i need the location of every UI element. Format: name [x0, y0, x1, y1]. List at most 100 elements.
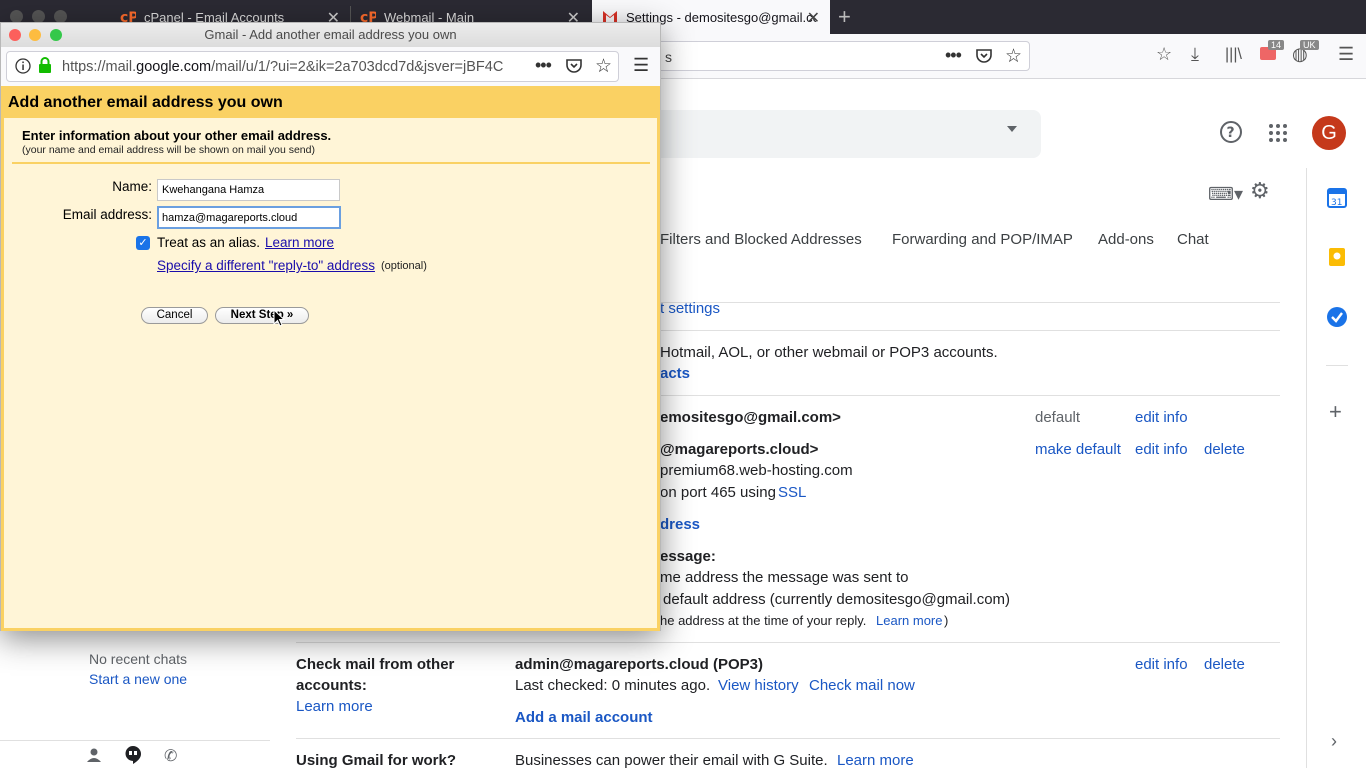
search-options-icon[interactable]: [1007, 126, 1017, 132]
chevron-right-icon[interactable]: ›: [1331, 731, 1337, 752]
edit-info-link[interactable]: edit info: [1135, 656, 1188, 673]
page-actions-icon[interactable]: •••: [945, 45, 962, 66]
download-icon[interactable]: ⤓: [1191, 44, 1199, 65]
avatar[interactable]: G: [1312, 116, 1346, 150]
apps-grid-icon[interactable]: [1268, 123, 1288, 148]
gear-icon[interactable]: ⚙: [1250, 178, 1270, 204]
reply-heading: essage:: [660, 548, 716, 565]
popup-url-text: https://mail.google.com/mail/u/1/?ui=2&i…: [62, 59, 504, 75]
import-settings-link[interactable]: t settings: [660, 300, 720, 317]
zoom-window-button[interactable]: [50, 29, 62, 41]
bookmarks-toolbar-icon[interactable]: ☆: [1156, 44, 1172, 65]
reply-option-1[interactable]: me address the message was sent to: [660, 569, 908, 586]
vpn-badge: UK: [1300, 40, 1319, 50]
page-actions-icon[interactable]: •••: [535, 55, 552, 76]
import-contacts-link[interactable]: acts: [660, 365, 690, 382]
tasks-icon[interactable]: [1326, 306, 1348, 333]
keyboard-icon[interactable]: ⌨▾: [1208, 184, 1243, 205]
reply-note: he address at the time of your reply.: [660, 613, 867, 628]
email-field[interactable]: hamza@magareports.cloud: [157, 206, 341, 229]
popup-nav-bar: https://mail.google.com/mail/u/1/?ui=2&i…: [1, 47, 660, 87]
learn-more-link[interactable]: Learn more: [296, 698, 373, 715]
pocket-icon[interactable]: [975, 47, 993, 65]
lock-icon: [38, 57, 52, 79]
search-bar[interactable]: [620, 110, 1041, 158]
popup-url-bar[interactable]: https://mail.google.com/mail/u/1/?ui=2&i…: [6, 51, 619, 82]
popup-subheading: Enter information about your other email…: [22, 128, 332, 143]
view-history-link[interactable]: View history: [718, 677, 799, 694]
name-label: Name:: [112, 179, 152, 194]
alias-checkbox[interactable]: ✓: [136, 236, 150, 250]
bookmark-star-icon[interactable]: ☆: [595, 55, 612, 78]
send-as-address-2: @magareports.cloud>: [660, 441, 819, 458]
add-mail-account-link[interactable]: Add a mail account: [515, 709, 653, 726]
minimize-window-button[interactable]: [29, 29, 41, 41]
popup-heading: Add another email address you own: [4, 86, 657, 118]
help-icon[interactable]: ?: [1219, 120, 1243, 149]
hangouts-icon[interactable]: [124, 745, 142, 770]
url-bar[interactable]: s ••• ☆: [620, 41, 1030, 71]
send-as-address-1: emositesgo@gmail.com>: [660, 409, 841, 426]
alias-label: Treat as an alias.: [157, 235, 261, 250]
popup-subnote: (your name and email address will be sho…: [22, 144, 315, 156]
name-field[interactable]: Kwehangana Hamza: [157, 179, 340, 201]
bookmark-star-icon[interactable]: ☆: [1005, 45, 1022, 68]
pop3-account: admin@magareports.cloud (POP3): [515, 656, 764, 673]
check-mail-heading: Check mail from other: [296, 656, 455, 673]
optional-note: (optional): [381, 260, 427, 272]
learn-more-link[interactable]: Learn more: [876, 613, 942, 628]
default-label: default: [1035, 409, 1081, 426]
popup-content: Add another email address you own Enter …: [1, 86, 660, 631]
keep-icon[interactable]: [1327, 247, 1347, 272]
reply-option-2[interactable]: default address (currently demositesgo@g…: [663, 591, 1010, 608]
import-description: Hotmail, AOL, or other webmail or POP3 a…: [660, 344, 998, 361]
chat-bar: ✆: [0, 740, 270, 768]
delete-link[interactable]: delete: [1204, 656, 1245, 673]
add-address-link[interactable]: dress: [660, 516, 700, 533]
smtp-server: premium68.web-hosting.com: [660, 462, 853, 479]
url-text: s: [665, 49, 672, 65]
svg-text:31: 31: [1331, 198, 1342, 208]
close-tab-icon[interactable]: ✕: [807, 8, 820, 28]
gmail-work-heading: Using Gmail for work?: [296, 752, 457, 769]
new-tab-icon[interactable]: +: [838, 4, 851, 30]
start-new-chat-link[interactable]: Start a new one: [89, 671, 187, 687]
ssl-link[interactable]: SSL: [778, 484, 806, 501]
cancel-button[interactable]: Cancel: [141, 307, 208, 324]
popup-window: Gmail - Add another email address you ow…: [0, 22, 661, 631]
calendar-icon[interactable]: 31: [1327, 188, 1347, 213]
phone-icon[interactable]: ✆: [164, 746, 177, 766]
menu-icon[interactable]: ☰: [1338, 44, 1354, 65]
reply-to-link[interactable]: Specify a different "reply-to" address: [157, 258, 375, 273]
menu-icon[interactable]: ☰: [633, 55, 649, 76]
add-addon-icon[interactable]: +: [1329, 399, 1342, 425]
last-checked: Last checked: 0 minutes ago.: [515, 677, 711, 694]
delete-link[interactable]: delete: [1204, 441, 1245, 458]
svg-text:?: ?: [1227, 125, 1235, 141]
alias-learn-more-link[interactable]: Learn more: [265, 235, 334, 250]
edit-info-link[interactable]: edit info: [1135, 409, 1188, 426]
tab-forwarding[interactable]: Forwarding and POP/IMAP: [892, 231, 1073, 248]
make-default-link[interactable]: make default: [1035, 441, 1121, 458]
pocket-icon[interactable]: [565, 57, 583, 80]
person-icon[interactable]: [86, 747, 102, 768]
edit-info-link[interactable]: edit info: [1135, 441, 1188, 458]
tab-addons[interactable]: Add-ons: [1098, 231, 1154, 248]
popup-title-bar: Gmail - Add another email address you ow…: [1, 23, 660, 47]
extension-badge: 14: [1268, 40, 1285, 50]
tab-filters[interactable]: Filters and Blocked Addresses: [660, 231, 862, 248]
gsuite-text: Businesses can power their email with G …: [515, 752, 828, 769]
tab-chat[interactable]: Chat: [1177, 231, 1209, 248]
check-mail-heading-2: accounts:: [296, 677, 367, 694]
no-recent-chats: No recent chats: [89, 651, 188, 667]
close-window-button[interactable]: [9, 29, 21, 41]
next-step-button[interactable]: Next Step »: [215, 307, 309, 324]
mouse-cursor-icon: [273, 308, 286, 332]
check-mail-now-link[interactable]: Check mail now: [809, 677, 915, 694]
divider: [12, 162, 650, 164]
popup-window-title: Gmail - Add another email address you ow…: [204, 27, 457, 42]
library-icon[interactable]: |||\: [1225, 46, 1242, 64]
info-icon[interactable]: [15, 58, 31, 79]
learn-more-link[interactable]: Learn more: [837, 752, 914, 769]
email-label: Email address:: [62, 207, 152, 222]
